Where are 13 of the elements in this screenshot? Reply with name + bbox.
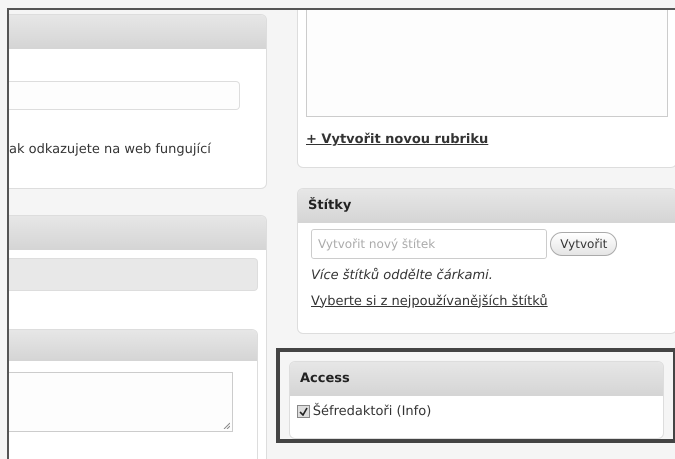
- input-field[interactable]: [9, 81, 240, 110]
- text-area[interactable]: [9, 372, 233, 432]
- resize-handle-icon: [223, 422, 230, 429]
- checkbox[interactable]: [296, 405, 310, 418]
- tag-input[interactable]: Vytvořit nový štítek: [311, 229, 547, 259]
- panel-title: Access: [290, 362, 663, 396]
- add-category-link[interactable]: + Vytvořit novou rubriku: [306, 132, 488, 147]
- hint-text: Více štítků oddělte čárkami.: [311, 266, 494, 284]
- create-tag-button[interactable]: Vytvořit: [550, 232, 618, 256]
- panel-title: Štítky: [298, 188, 675, 222]
- popular-tags-link[interactable]: Vyberte si z nejpoužívanějších štítků: [311, 294, 548, 308]
- checkbox-label: Šéfredaktoři (Info): [312, 402, 432, 421]
- help-text: ak odkazujete na web fungující: [9, 141, 211, 159]
